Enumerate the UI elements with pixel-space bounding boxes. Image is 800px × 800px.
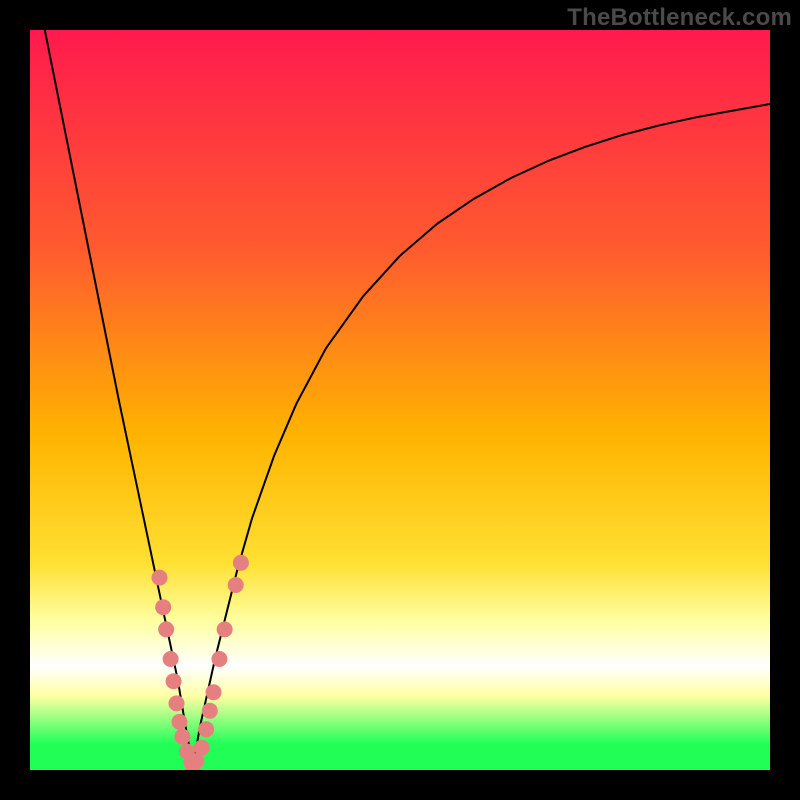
marker-dot bbox=[217, 621, 233, 637]
marker-dot bbox=[233, 555, 249, 571]
marker-dot bbox=[202, 703, 218, 719]
marker-dot bbox=[152, 570, 168, 586]
marker-dot bbox=[198, 721, 214, 737]
marker-dot bbox=[158, 621, 174, 637]
marker-dot bbox=[155, 599, 171, 615]
marker-dot bbox=[211, 651, 227, 667]
marker-dot bbox=[169, 695, 185, 711]
chart-svg bbox=[30, 30, 770, 770]
marker-dot bbox=[163, 651, 179, 667]
chart-frame: TheBottleneck.com bbox=[0, 0, 800, 800]
marker-dot bbox=[228, 577, 244, 593]
marker-dot bbox=[194, 740, 210, 756]
gradient-background bbox=[30, 30, 770, 770]
brand-watermark: TheBottleneck.com bbox=[567, 4, 792, 32]
marker-dot bbox=[206, 684, 222, 700]
marker-dot bbox=[174, 729, 190, 745]
plot-area bbox=[30, 30, 770, 770]
marker-dot bbox=[166, 673, 182, 689]
marker-dot bbox=[171, 714, 187, 730]
